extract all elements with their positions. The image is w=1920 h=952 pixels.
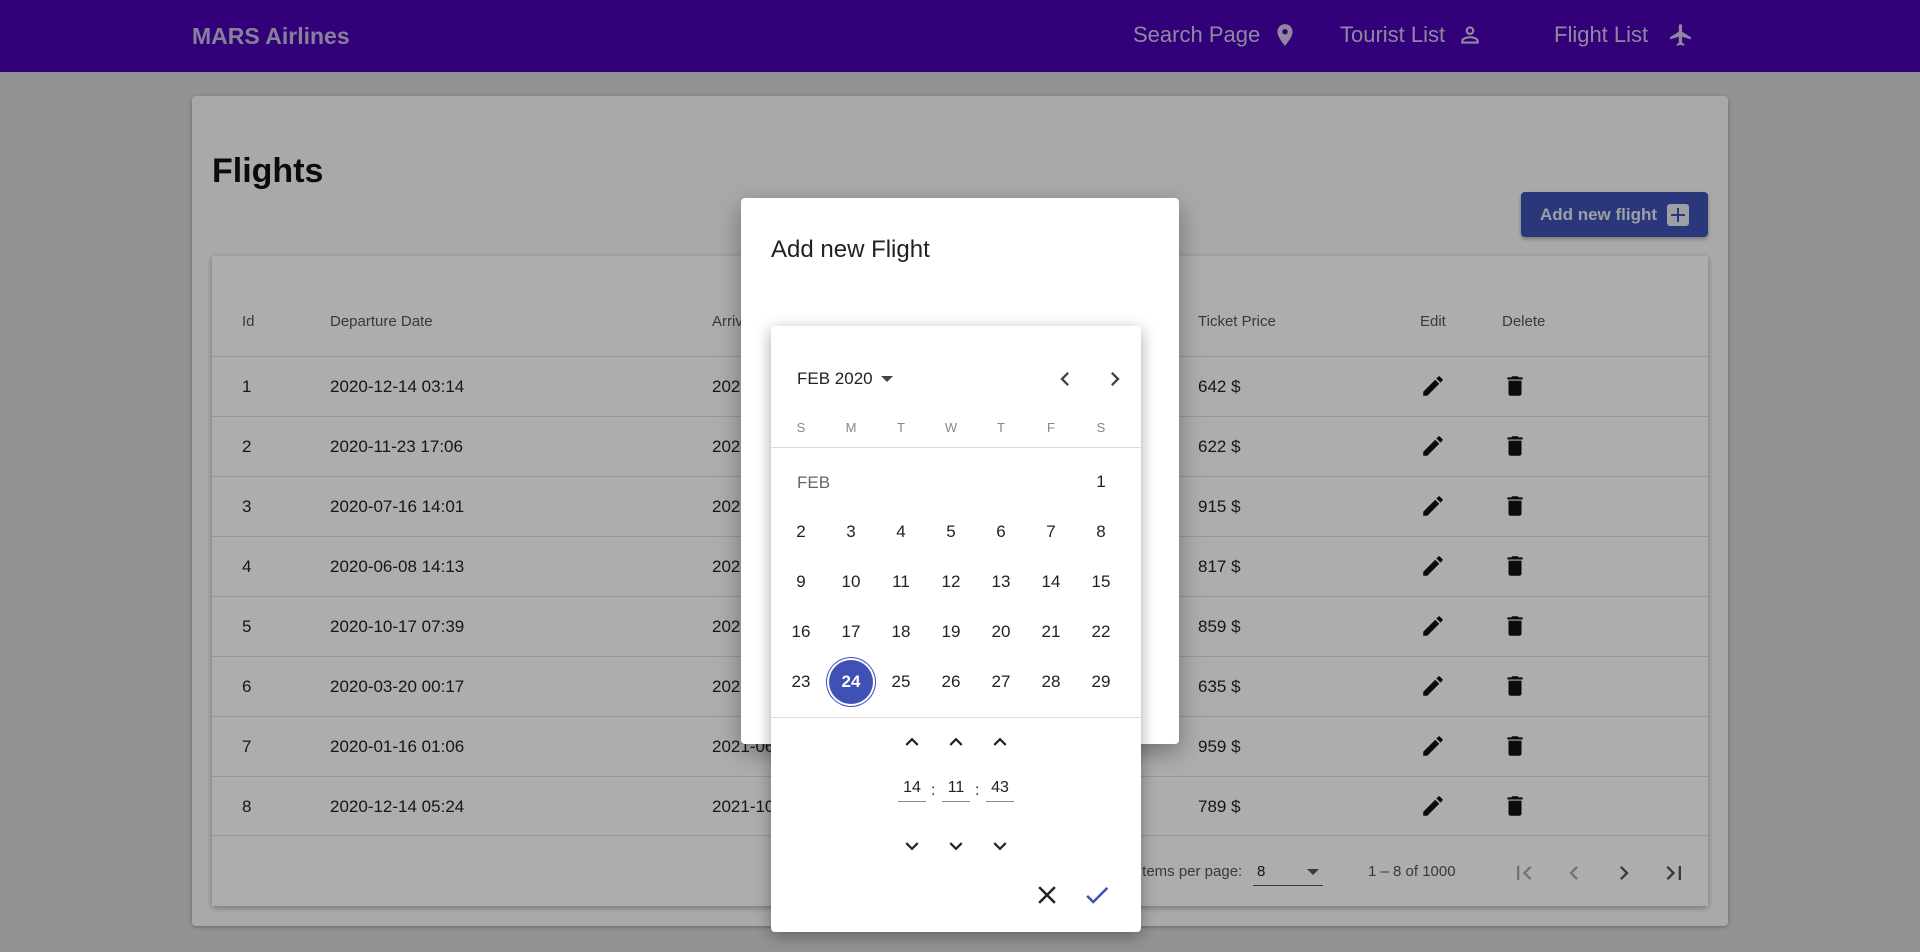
- seconds-up-icon[interactable]: [987, 729, 1013, 755]
- next-month-icon[interactable]: [1101, 365, 1129, 393]
- time-colon: :: [975, 782, 980, 799]
- calendar-day[interactable]: 5: [929, 510, 973, 554]
- dialog-title: Add new Flight: [771, 236, 930, 263]
- calendar-day[interactable]: 26: [929, 660, 973, 704]
- calendar-day[interactable]: 1: [1079, 460, 1123, 504]
- calendar-day[interactable]: 14: [1029, 560, 1073, 604]
- month-year-button[interactable]: FEB 2020: [797, 369, 893, 389]
- minutes-up-icon[interactable]: [943, 729, 969, 755]
- calendar-day[interactable]: 9: [779, 560, 823, 604]
- calendar-day[interactable]: 20: [979, 610, 1023, 654]
- weekday-label: W: [944, 420, 958, 435]
- calendar-day[interactable]: 6: [979, 510, 1023, 554]
- seconds-down-icon[interactable]: [987, 833, 1013, 859]
- calendar-day[interactable]: 15: [1079, 560, 1123, 604]
- datetime-picker: FEB 2020 SMTWTFS FEB 1 2 3 4 5 6 7 8 9 10 11 12 13 14…: [771, 326, 1141, 932]
- calendar-day[interactable]: 25: [879, 660, 923, 704]
- seconds-field[interactable]: 43: [986, 779, 1014, 802]
- minutes-down-icon[interactable]: [943, 833, 969, 859]
- weekday-label: S: [1096, 420, 1106, 435]
- calendar-day[interactable]: 3: [829, 510, 873, 554]
- weekday-label: S: [796, 420, 806, 435]
- calendar-day[interactable]: 17: [829, 610, 873, 654]
- hours-up-icon[interactable]: [899, 729, 925, 755]
- calendar-day[interactable]: 10: [829, 560, 873, 604]
- calendar-divider: [771, 717, 1141, 718]
- calendar-day[interactable]: 21: [1029, 610, 1073, 654]
- calendar-day[interactable]: 7: [1029, 510, 1073, 554]
- calendar-day[interactable]: 22: [1079, 610, 1123, 654]
- hours-field[interactable]: 14: [898, 779, 926, 802]
- calendar-day[interactable]: 23: [779, 660, 823, 704]
- calendar-day-selected[interactable]: 24: [829, 660, 873, 704]
- minutes-field[interactable]: 11: [942, 779, 970, 802]
- weekday-label: T: [897, 420, 905, 435]
- calendar-day[interactable]: 4: [879, 510, 923, 554]
- calendar-day[interactable]: 16: [779, 610, 823, 654]
- check-icon[interactable]: [1082, 880, 1112, 910]
- caret-down-icon: [880, 376, 893, 382]
- hours-down-icon[interactable]: [899, 833, 925, 859]
- calendar-day[interactable]: 11: [879, 560, 923, 604]
- calendar-day[interactable]: 19: [929, 610, 973, 654]
- previous-month-icon[interactable]: [1051, 365, 1079, 393]
- close-icon[interactable]: [1032, 880, 1062, 910]
- weekday-divider: [771, 447, 1141, 448]
- calendar-day[interactable]: 12: [929, 560, 973, 604]
- calendar-day[interactable]: 8: [1079, 510, 1123, 554]
- calendar-day[interactable]: 29: [1079, 660, 1123, 704]
- weekday-label: M: [845, 420, 857, 435]
- weekday-label: F: [1047, 420, 1055, 435]
- calendar-day[interactable]: 13: [979, 560, 1023, 604]
- month-year-label: FEB 2020: [797, 369, 873, 388]
- time-colon: :: [931, 782, 936, 799]
- calendar-day[interactable]: 2: [779, 510, 823, 554]
- weekday-label: T: [997, 420, 1005, 435]
- calendar-day[interactable]: 28: [1029, 660, 1073, 704]
- month-label: FEB: [797, 473, 831, 492]
- calendar-day[interactable]: 27: [979, 660, 1023, 704]
- calendar-day[interactable]: 18: [879, 610, 923, 654]
